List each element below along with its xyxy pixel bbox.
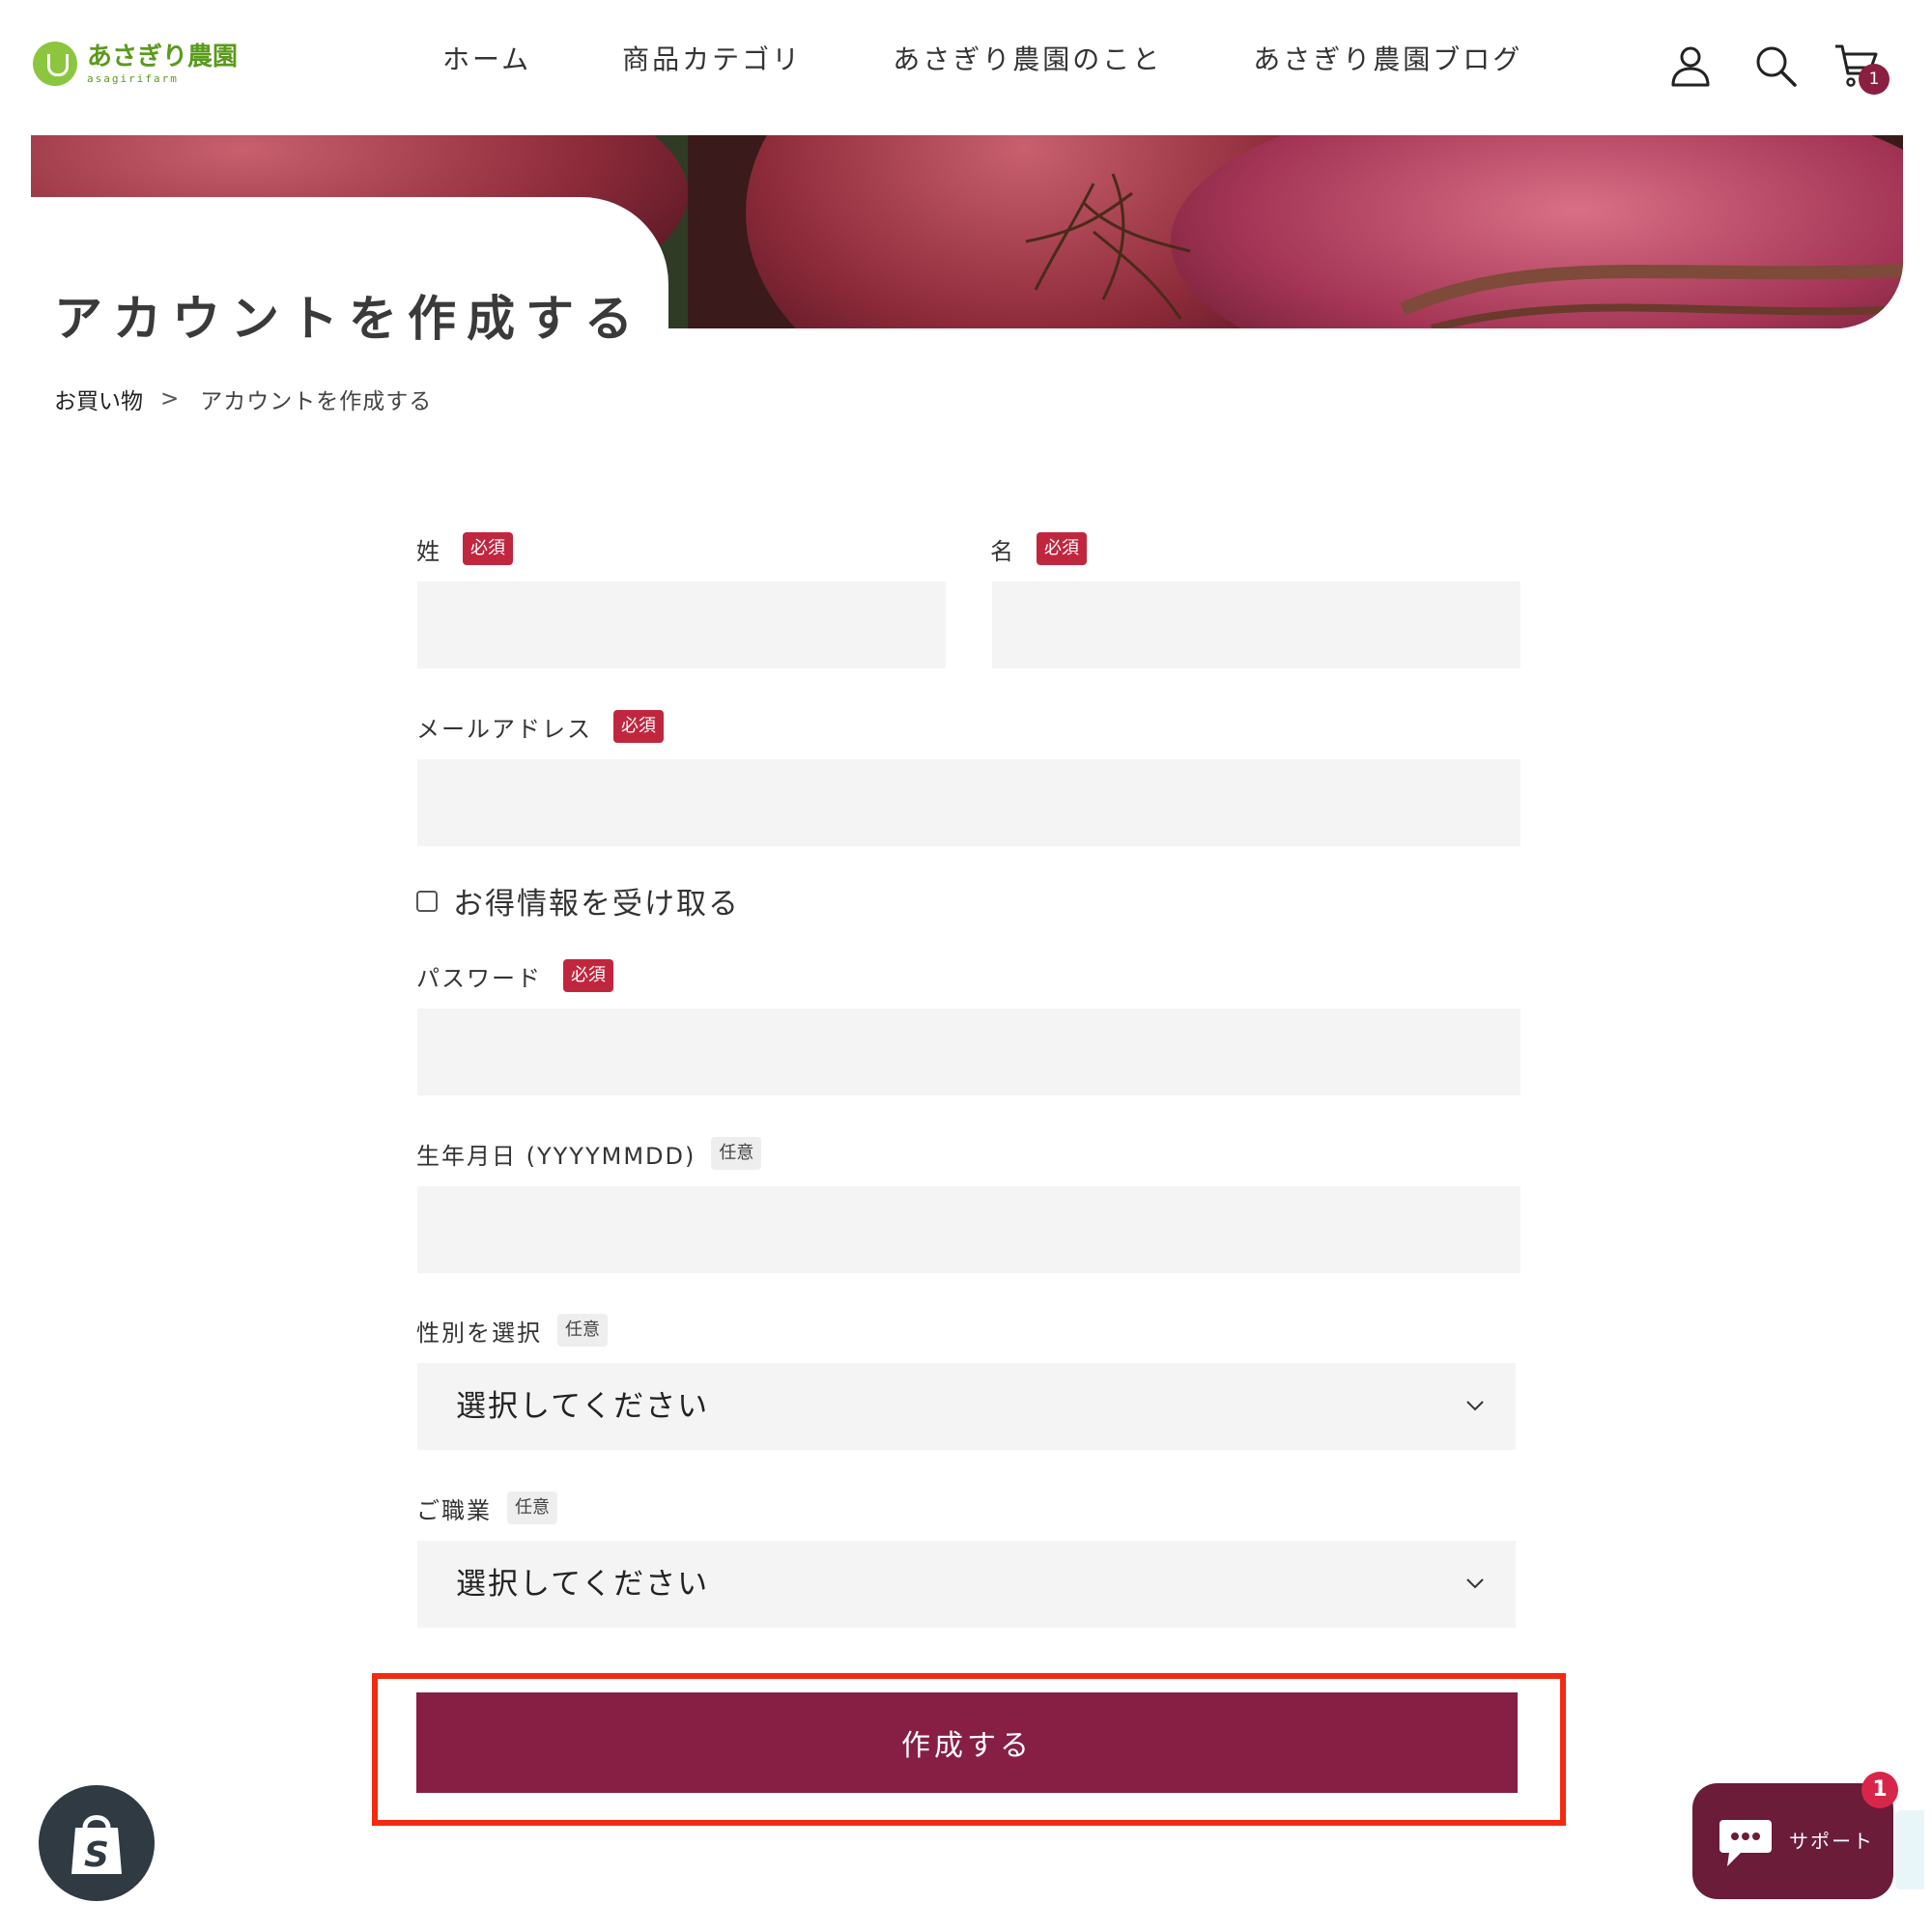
chevron-down-icon (1466, 1401, 1484, 1411)
last-name-label: 姓 必須 (416, 529, 513, 568)
required-badge: 必須 (563, 959, 613, 992)
nav-item-categories[interactable]: 商品カテゴリ (622, 39, 802, 81)
logo-subtext: asagirifarm (87, 71, 179, 85)
support-label: サポート (1789, 1830, 1874, 1853)
newsletter-label: お得情報を受け取る (453, 887, 740, 922)
email-label: メールアドレス 必須 (416, 707, 664, 746)
breadcrumb-home-link[interactable]: お買い物 (54, 383, 143, 415)
nav-item-about[interactable]: あさぎり農園のこと (893, 39, 1162, 81)
optional-badge: 任意 (711, 1137, 762, 1170)
support-notification-badge: 1 (1861, 1772, 1898, 1808)
shopify-badge[interactable]: S (39, 1785, 155, 1901)
nav-item-home[interactable]: ホーム (442, 39, 531, 81)
page-title: アカウントを作成する (54, 291, 643, 347)
newsletter-checkbox[interactable] (416, 890, 438, 912)
optional-badge: 任意 (507, 1492, 557, 1524)
first-name-input[interactable] (992, 582, 1520, 668)
required-badge: 必須 (613, 710, 664, 743)
site-logo[interactable]: あさぎり農園 asagirifarm (33, 39, 238, 89)
chevron-down-icon (1466, 1578, 1484, 1589)
occupation-select[interactable]: 選択してください (417, 1541, 1516, 1628)
last-name-input[interactable] (417, 582, 946, 668)
gender-label: 性別を選択 任意 (416, 1311, 608, 1350)
first-name-label: 名 必須 (990, 529, 1087, 568)
breadcrumb-separator: > (160, 386, 180, 412)
site-header: あさぎり農園 asagirifarm ホーム 商品カテゴリ あさぎり農園のこと … (0, 0, 1932, 135)
optional-badge: 任意 (557, 1314, 608, 1347)
occupation-label: ご職業 任意 (416, 1489, 557, 1527)
shopify-bag-icon: S (71, 1815, 122, 1875)
newsletter-checkbox-row[interactable]: お得情報を受け取る (416, 879, 740, 923)
email-input[interactable] (417, 759, 1520, 846)
search-icon[interactable] (1752, 43, 1799, 89)
create-account-button[interactable]: 作成する (416, 1692, 1518, 1793)
svg-text:S: S (84, 1835, 109, 1875)
required-badge: 必須 (463, 532, 513, 565)
cart-count-badge: 1 (1859, 64, 1889, 95)
logo-text: あさぎり農園 (87, 42, 239, 71)
birthday-label: 生年月日 (YYYYMMDD) 任意 (416, 1134, 762, 1173)
edge-widget[interactable] (1895, 1810, 1924, 1889)
gender-select[interactable]: 選択してください (417, 1363, 1516, 1450)
gender-select-value: 選択してください (456, 1389, 710, 1424)
birthday-input[interactable] (417, 1186, 1520, 1273)
account-icon[interactable] (1667, 43, 1714, 89)
main-nav: ホーム 商品カテゴリ あさぎり農園のこと あさぎり農園ブログ (442, 39, 1522, 81)
breadcrumb-current: アカウントを作成する (200, 389, 433, 414)
logo-leaf-icon (33, 42, 77, 86)
required-badge: 必須 (1037, 532, 1087, 565)
breadcrumb: お買い物 > アカウントを作成する (54, 383, 432, 415)
support-chat-button[interactable]: サポート (1692, 1783, 1893, 1899)
chat-bubble-icon (1719, 1820, 1772, 1866)
password-input[interactable] (417, 1009, 1520, 1095)
occupation-select-value: 選択してください (456, 1567, 710, 1602)
nav-item-blog[interactable]: あさぎり農園ブログ (1253, 39, 1522, 81)
password-label: パスワード 必須 (416, 956, 613, 995)
